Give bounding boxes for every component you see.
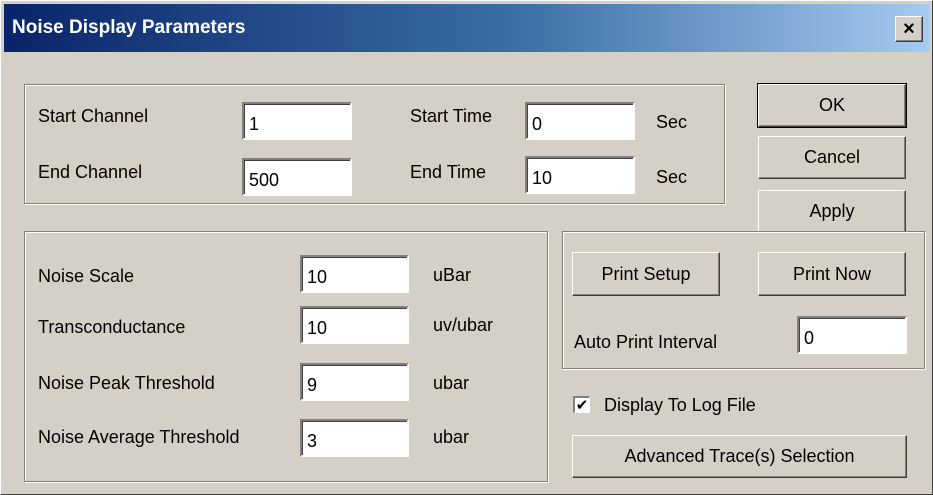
transconductance-label: Transconductance — [38, 317, 186, 337]
start-channel-input[interactable] — [242, 102, 352, 140]
start-time-label: Start Time — [410, 106, 493, 126]
ok-button[interactable]: OK — [757, 83, 907, 128]
transconductance-input[interactable] — [300, 306, 409, 344]
noise-scale-label: Noise Scale — [38, 266, 135, 286]
cancel-button[interactable]: Cancel — [758, 136, 906, 179]
noise-scale-unit: uBar — [433, 265, 472, 285]
display-to-log-label[interactable]: Display To Log File — [604, 395, 756, 416]
end-channel-label: End Channel — [38, 162, 143, 182]
noise-average-threshold-label: Noise Average Threshold — [38, 427, 240, 447]
advanced-trace-selection-button[interactable]: Advanced Trace(s) Selection — [572, 435, 907, 478]
noise-display-dialog: Noise Display Parameters × Start Channel… — [0, 0, 933, 495]
start-channel-label: Start Channel — [38, 106, 149, 126]
noise-peak-threshold-input[interactable] — [300, 363, 409, 401]
apply-button[interactable]: Apply — [758, 190, 906, 233]
end-time-label: End Time — [410, 162, 487, 182]
check-icon: ✔ — [575, 396, 589, 414]
noise-average-threshold-unit: ubar — [433, 427, 470, 447]
close-button[interactable]: × — [895, 16, 923, 42]
auto-print-interval-input[interactable] — [797, 316, 907, 354]
end-time-input[interactable] — [525, 156, 635, 194]
print-setup-button[interactable]: Print Setup — [572, 252, 720, 296]
start-time-input[interactable] — [525, 102, 635, 140]
noise-peak-threshold-label: Noise Peak Threshold — [38, 373, 215, 393]
display-to-log-checkbox[interactable]: ✔ — [573, 396, 590, 413]
start-time-unit: Sec — [656, 112, 688, 132]
title-bar[interactable]: Noise Display Parameters × — [4, 4, 929, 52]
close-icon: × — [903, 18, 915, 40]
print-now-button[interactable]: Print Now — [758, 252, 906, 296]
noise-average-threshold-input[interactable] — [300, 419, 409, 457]
end-channel-input[interactable] — [242, 158, 352, 196]
transconductance-unit: uv/ubar — [433, 315, 494, 335]
noise-scale-input[interactable] — [300, 255, 409, 293]
window-title: Noise Display Parameters — [12, 17, 246, 38]
auto-print-interval-label: Auto Print Interval — [574, 332, 718, 352]
noise-peak-threshold-unit: ubar — [433, 373, 470, 393]
end-time-unit: Sec — [656, 167, 688, 187]
